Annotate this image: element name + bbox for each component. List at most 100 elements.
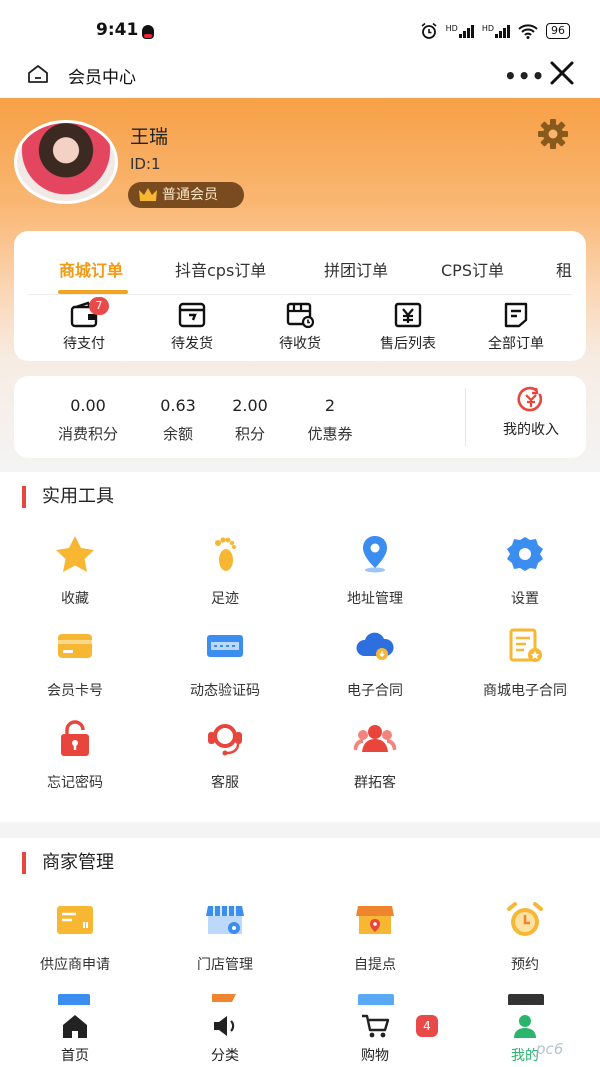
settings-gear-icon — [507, 537, 543, 571]
order-pending-receipt[interactable]: 待收货 — [255, 301, 345, 353]
stat-label: 余额 — [162, 425, 193, 443]
tool-footprint[interactable]: 足迹 — [150, 534, 300, 608]
cart-icon — [362, 1014, 389, 1038]
tool-label: 电子合同 — [347, 683, 403, 699]
member-level-label: 普通会员 — [162, 187, 218, 203]
merchant-store-management[interactable]: 门店管理 — [150, 900, 300, 974]
tool-label: 会员卡号 — [47, 683, 103, 699]
stat-consume-points[interactable]: 0.00 消费积分 — [50, 396, 126, 444]
member-card-icon — [58, 634, 92, 658]
status-bar: 9:41 HD HD 96 — [0, 0, 600, 52]
pickup-store-icon — [356, 906, 394, 934]
bottom-tab-bar: 首页 分类 购物 我的 — [0, 1005, 600, 1067]
tool-favorites[interactable]: 收藏 — [0, 534, 150, 608]
stat-balance[interactable]: 0.63 余额 — [148, 396, 208, 444]
merchant-appointment[interactable]: 预约 — [450, 900, 600, 974]
section-title: 商家管理 — [22, 852, 114, 874]
yen-service-icon — [394, 302, 422, 328]
tab-label: 分类 — [211, 1048, 239, 1064]
stats-card: 0.00 消费积分 0.63 余额 2.00 积分 2 优惠券 我的收入 — [14, 376, 586, 458]
avatar[interactable] — [14, 120, 118, 204]
tool-label: 地址管理 — [347, 591, 403, 607]
member-level-badge[interactable]: 普通会员 — [128, 182, 244, 208]
nav-bar: 会员中心 ••• — [0, 52, 600, 98]
alarm-clock-icon — [507, 902, 543, 936]
tab-label: 购物 — [361, 1048, 389, 1064]
alarm-icon — [421, 22, 437, 39]
tab-mall-orders[interactable]: 商城订单 — [59, 257, 123, 281]
close-icon[interactable] — [548, 59, 576, 87]
stat-value: 0.00 — [70, 396, 106, 415]
box-send-icon — [178, 302, 206, 328]
stat-coupons[interactable]: 2 优惠券 — [300, 396, 360, 444]
cloud-contract-icon — [356, 632, 394, 660]
stat-value: 2 — [324, 396, 336, 415]
tab-rent-orders[interactable]: 租 — [556, 257, 572, 281]
stat-label: 优惠券 — [307, 425, 353, 443]
tool-label: 商城电子合同 — [483, 683, 567, 699]
tool-forgot-password[interactable]: 忘记密码 — [0, 718, 150, 792]
tab-douyin-cps-orders[interactable]: 抖音cps订单 — [175, 257, 266, 281]
tab-home[interactable]: 首页 — [25, 1013, 125, 1065]
stat-points[interactable]: 2.00 积分 — [220, 396, 280, 444]
tool-verify-code[interactable]: 动态验证码 — [150, 626, 300, 700]
hd-label: HD — [481, 24, 494, 33]
status-time: 9:41 — [96, 20, 139, 40]
user-icon — [514, 1015, 536, 1038]
merchant-supplier-apply[interactable]: 供应商申请 — [0, 900, 150, 974]
hd-label: HD — [445, 24, 458, 33]
tool-label: 收藏 — [61, 591, 89, 607]
section-title: 实用工具 — [22, 486, 114, 508]
home-icon[interactable] — [26, 62, 50, 86]
signal-icon: HD — [446, 24, 474, 38]
tool-member-card[interactable]: 会员卡号 — [0, 626, 150, 700]
merchant-section: 商家管理 供应商申请 门店管理 自提点 预约 — [0, 838, 600, 1005]
battery-indicator: 96 — [546, 23, 570, 39]
order-pending-shipment[interactable]: 待发货 — [147, 301, 237, 353]
order-after-sales[interactable]: 售后列表 — [363, 301, 453, 353]
tab-cps-orders[interactable]: CPS订单 — [441, 257, 504, 281]
location-icon — [363, 536, 387, 573]
tool-group-acquisition[interactable]: 群拓客 — [300, 718, 450, 792]
merchant-pickup-point[interactable]: 自提点 — [300, 900, 450, 974]
star-icon — [56, 536, 94, 572]
merchant-label: 门店管理 — [197, 957, 253, 973]
order-pending-payment[interactable]: 7 待支付 — [39, 297, 129, 353]
tool-label: 忘记密码 — [47, 775, 103, 791]
tool-mall-e-contract[interactable]: 商城电子合同 — [450, 626, 600, 700]
order-item-label: 待发货 — [171, 336, 213, 352]
merchant-label: 预约 — [511, 957, 539, 973]
partial-row-icons — [58, 994, 544, 1006]
category-speaker-icon — [214, 1016, 235, 1036]
user-name: 王瑞 — [130, 126, 169, 148]
order-item-label: 待支付 — [63, 336, 105, 352]
footprint-icon — [215, 537, 236, 571]
tab-group-orders[interactable]: 拼团订单 — [324, 257, 388, 281]
my-income-button[interactable]: 我的收入 — [476, 386, 586, 439]
tool-address[interactable]: 地址管理 — [300, 534, 450, 608]
qq-icon — [142, 25, 154, 39]
tab-category[interactable]: 分类 — [175, 1013, 275, 1065]
order-item-label: 待收货 — [279, 336, 321, 352]
pending-payment-count: 7 — [89, 297, 109, 315]
order-all[interactable]: 全部订单 — [471, 301, 561, 353]
tool-label: 群拓客 — [354, 775, 396, 791]
stat-label: 积分 — [234, 425, 265, 443]
tool-settings[interactable]: 设置 — [450, 534, 600, 608]
divider — [465, 388, 466, 446]
tool-e-contract[interactable]: 电子合同 — [300, 626, 450, 700]
stat-value: 0.63 — [160, 396, 196, 415]
lock-icon — [61, 720, 89, 756]
order-tabs: 商城订单 抖音cps订单 拼团订单 CPS订单 租 — [14, 231, 586, 294]
more-icon[interactable]: ••• — [504, 64, 545, 88]
gear-icon[interactable] — [537, 118, 569, 150]
tab-shopping[interactable]: 购物 — [325, 1013, 425, 1065]
wifi-icon — [518, 24, 538, 39]
mall-contract-icon — [509, 628, 542, 662]
supplier-icon — [57, 906, 93, 934]
tool-customer-service[interactable]: 客服 — [150, 718, 300, 792]
tool-label: 足迹 — [211, 591, 239, 607]
home-icon — [63, 1015, 87, 1038]
truck-clock-icon — [286, 302, 315, 329]
merchant-label: 自提点 — [354, 957, 396, 973]
